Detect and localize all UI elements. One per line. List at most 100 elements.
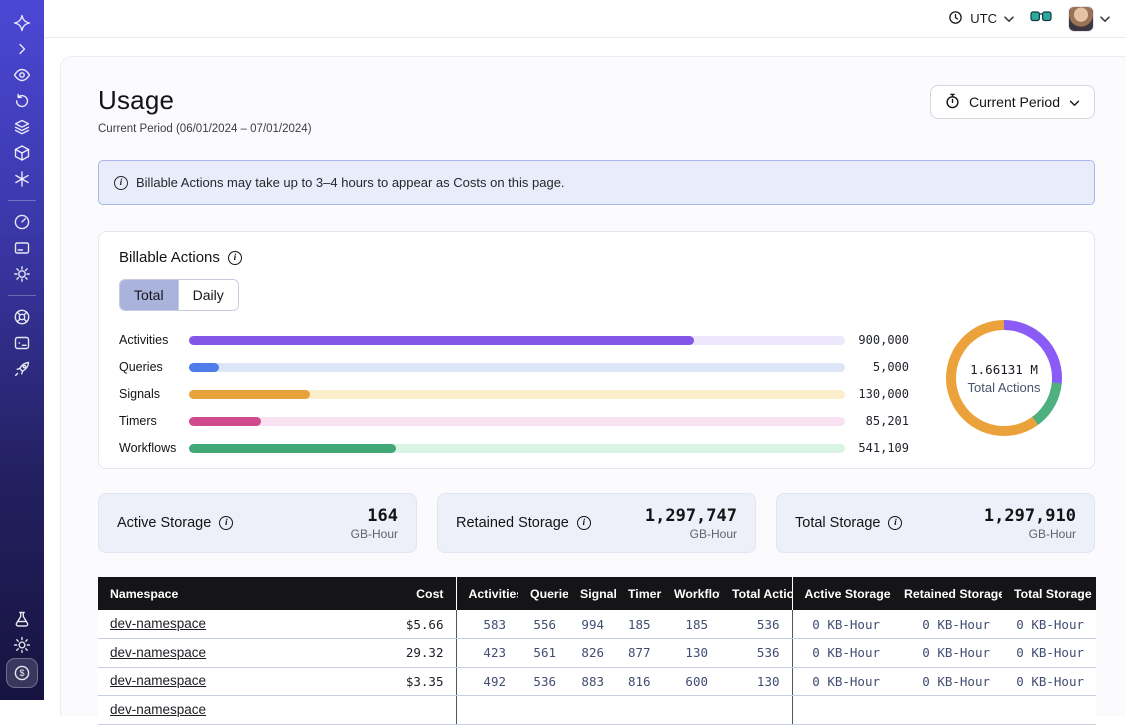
namespace-link[interactable]: dev-namespace <box>110 616 206 631</box>
chart-value-label: 5,000 <box>845 360 909 374</box>
donut-chart-wrap: 1.66131 M Total Actions <box>946 320 1062 436</box>
page-subtitle: Current Period (06/01/2024 – 07/01/2024) <box>98 123 312 135</box>
chevron-right-icon[interactable] <box>7 36 37 62</box>
namespace-link[interactable]: dev-namespace <box>110 702 206 717</box>
signals-cell: 883 <box>568 667 616 696</box>
storage-summary-row: Active Storage i 164 GB-Hour Retained St… <box>98 493 1095 553</box>
chart-row: Workflows541,109 <box>119 440 909 456</box>
column-header: Workflows <box>662 577 720 610</box>
namespace-link[interactable]: dev-namespace <box>110 645 206 660</box>
timezone-select[interactable]: UTC <box>948 10 1014 28</box>
chart-row: Queries 5,000 <box>119 359 909 375</box>
rocket-icon[interactable] <box>7 356 37 382</box>
info-icon[interactable]: i <box>228 251 242 265</box>
billable-actions-chart: Activities900,000Queries5,000Signals130,… <box>119 332 909 456</box>
table-row: dev-namespace$3.354925368838166001300 KB… <box>98 667 1096 696</box>
tab-daily[interactable]: Daily <box>178 280 238 310</box>
total-actions-cell: 130 <box>720 667 792 696</box>
info-icon[interactable]: i <box>888 516 902 530</box>
asterisk-icon[interactable] <box>7 166 37 192</box>
gauge-icon[interactable] <box>7 209 37 235</box>
bar-track <box>189 336 845 345</box>
sidebar-divider <box>8 200 36 201</box>
namespace-usage-table: NamespaceCostActivitiesQueriesSignalsTim… <box>98 577 1096 725</box>
terminal-icon[interactable] <box>7 330 37 356</box>
cost-cell: 29.32 <box>388 639 456 668</box>
workflows-cell: 130 <box>662 639 720 668</box>
gear-icon[interactable] <box>7 261 37 287</box>
column-header: Total Actions <box>720 577 792 610</box>
total-storage-cell: 0 KB-Hour <box>1002 610 1096 639</box>
cube-icon[interactable] <box>7 140 37 166</box>
flask-icon[interactable] <box>7 606 37 632</box>
svg-text:$: $ <box>19 668 24 678</box>
column-header: Signals <box>568 577 616 610</box>
retained-storage-cell: 0 KB-Hour <box>892 610 1002 639</box>
chart-value-label: 85,201 <box>845 414 909 428</box>
column-header: Queries <box>518 577 568 610</box>
lifebuoy-icon[interactable] <box>7 304 37 330</box>
storage-card-unit: GB-Hour <box>984 527 1076 541</box>
chart-category-label: Queries <box>119 360 189 374</box>
retained-storage-cell: 0 KB-Hour <box>892 667 1002 696</box>
storage-card-label: Active Storage <box>117 515 211 531</box>
table-header-row: NamespaceCostActivitiesQueriesSignalsTim… <box>98 577 1096 610</box>
active-storage-cell: 0 KB-Hour <box>792 610 892 639</box>
chart-value-label: 900,000 <box>845 333 909 347</box>
banner-text: Billable Actions may take up to 3–4 hour… <box>136 175 565 190</box>
content-panel: Usage Current Period (06/01/2024 – 07/01… <box>60 56 1126 716</box>
retained-storage-card: Retained Storage i 1,297,747 GB-Hour <box>437 493 756 553</box>
sun-icon[interactable] <box>7 632 37 658</box>
sidebar: $ <box>0 0 44 700</box>
bar-track <box>189 444 845 453</box>
bar-fill <box>189 390 310 399</box>
history-icon[interactable] <box>7 88 37 114</box>
chevron-down-icon <box>1069 94 1080 110</box>
info-banner: i Billable Actions may take up to 3–4 ho… <box>98 160 1095 205</box>
glasses-icon[interactable] <box>1030 10 1052 28</box>
storage-card-unit: GB-Hour <box>645 527 737 541</box>
donut-total-value: 1.66131 M <box>970 362 1038 377</box>
storage-card-label: Retained Storage <box>456 515 569 531</box>
chart-category-label: Signals <box>119 387 189 401</box>
table-row: dev-namespace29.324235618268771305360 KB… <box>98 639 1096 668</box>
column-header: Timers <box>616 577 662 610</box>
namespace-cell: dev-namespace <box>98 667 388 696</box>
period-button-label: Current Period <box>969 94 1060 110</box>
user-menu[interactable] <box>1068 6 1110 32</box>
chevron-down-icon <box>1100 10 1110 28</box>
workflows-cell: 600 <box>662 667 720 696</box>
billable-actions-title: Billable Actions <box>119 249 220 266</box>
layers-icon[interactable] <box>7 114 37 140</box>
donut-total-label: Total Actions <box>968 380 1041 395</box>
chart-row: Timers85,201 <box>119 413 909 429</box>
sidebar-divider <box>8 295 36 296</box>
avatar[interactable] <box>1068 6 1094 32</box>
chevron-down-icon <box>1004 11 1014 26</box>
eye-icon[interactable] <box>7 62 37 88</box>
storage-card-unit: GB-Hour <box>351 527 398 541</box>
namespace-cell: dev-namespace <box>98 610 388 639</box>
period-select-button[interactable]: Current Period <box>930 85 1095 119</box>
info-icon[interactable]: i <box>577 516 591 530</box>
storage-card-value: 1,297,910 <box>984 506 1076 526</box>
bar-fill <box>189 336 694 345</box>
active-storage-card: Active Storage i 164 GB-Hour <box>98 493 417 553</box>
queries-cell: 536 <box>518 667 568 696</box>
bar-fill <box>189 444 396 453</box>
tab-total[interactable]: Total <box>120 280 178 310</box>
timezone-label: UTC <box>970 11 997 26</box>
table-row: dev-namespace$5.665835569941851855360 KB… <box>98 610 1096 639</box>
active-storage-cell: 0 KB-Hour <box>792 667 892 696</box>
info-icon[interactable]: i <box>219 516 233 530</box>
temporal-logo-icon[interactable] <box>7 10 37 36</box>
total-storage-cell: 0 KB-Hour <box>1002 667 1096 696</box>
cost-cell: $5.66 <box>388 610 456 639</box>
topbar: UTC <box>44 0 1126 38</box>
timers-cell: 877 <box>616 639 662 668</box>
dollar-coin-icon[interactable]: $ <box>6 658 38 688</box>
page-title: Usage <box>98 85 312 116</box>
chart-row: Signals130,000 <box>119 386 909 402</box>
namespace-link[interactable]: dev-namespace <box>110 673 206 688</box>
card-icon[interactable] <box>7 235 37 261</box>
